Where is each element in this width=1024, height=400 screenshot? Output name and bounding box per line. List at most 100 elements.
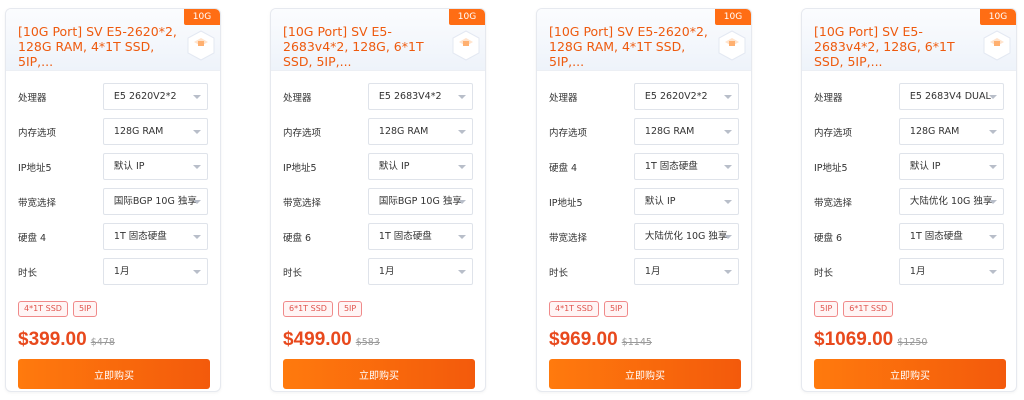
option-label: 硬盘 6 [814, 232, 843, 244]
product-title[interactable]: [10G Port] SV E5-2620*2, 128G RAM, 4*1T … [18, 24, 186, 69]
option-value: 默认 IP [378, 161, 410, 172]
option-select[interactable]: 1月 [633, 258, 739, 285]
option-row: IP地址5 默认 IP [283, 149, 473, 184]
option-select[interactable]: 1T 固态硬盘 [898, 223, 1004, 250]
option-label: 时长 [18, 267, 38, 279]
option-row: 硬盘 4 1T 固态硬盘 [18, 219, 208, 254]
server-box-icon [983, 30, 1011, 61]
chevron-down-icon [989, 95, 997, 99]
product-title[interactable]: [10G Port] SV E5-2620*2, 128G RAM, 4*1T … [549, 24, 717, 69]
product-card: [10G Port] SV E5-2683v4*2, 128G, 6*1T SS… [270, 8, 486, 392]
option-label: 硬盘 4 [18, 232, 47, 244]
product-card: [10G Port] SV E5-2683v4*2, 128G, 6*1T SS… [801, 8, 1017, 392]
product-title[interactable]: [10G Port] SV E5-2683v4*2, 128G, 6*1T SS… [283, 24, 451, 69]
server-box-icon [187, 30, 215, 61]
option-value: 128G RAM [113, 126, 164, 137]
option-select[interactable]: E5 2620V2*2 [102, 83, 208, 110]
original-price: $1250 [897, 337, 928, 348]
option-row: 硬盘 6 1T 固态硬盘 [283, 219, 473, 254]
original-price: $1145 [621, 337, 652, 348]
option-select[interactable]: 1T 固态硬盘 [102, 223, 208, 250]
option-value: 1T 固态硬盘 [644, 161, 698, 172]
price-row: $1069.00 $1250 [802, 323, 1016, 353]
option-list: 处理器 E5 2620V2*2 内存选项 128G RAM 硬盘 4 1T 固态硬盘 … [537, 71, 751, 289]
port-tag-badge: 10G [715, 9, 751, 25]
option-row: 处理器 E5 2620V2*2 [18, 79, 208, 114]
option-value: 128G RAM [909, 126, 960, 137]
option-value: 1T 固态硬盘 [909, 231, 963, 242]
option-select[interactable]: 1月 [898, 258, 1004, 285]
option-select[interactable]: 大陆优化 10G 独享 [633, 223, 739, 250]
option-value: E5 2620V2*2 [113, 91, 177, 102]
option-label: 处理器 [549, 92, 578, 104]
current-price: $969.00 [549, 329, 618, 350]
option-row: 时长 1月 [814, 254, 1004, 289]
chevron-down-icon [458, 130, 466, 134]
chevron-down-icon [724, 165, 732, 169]
feature-badge: 5IP [603, 301, 629, 317]
product-card: [10G Port] SV E5-2620*2, 128G RAM, 4*1T … [5, 8, 221, 392]
option-value: 默认 IP [909, 161, 941, 172]
option-select[interactable]: E5 2683V4 DUAL [898, 83, 1004, 110]
chevron-down-icon [989, 270, 997, 274]
option-label: 硬盘 6 [283, 232, 312, 244]
price-row: $969.00 $1145 [537, 323, 751, 353]
option-value: 1月 [378, 266, 395, 277]
chevron-down-icon [458, 165, 466, 169]
option-label: 内存选项 [283, 127, 322, 139]
current-price: $1069.00 [814, 329, 894, 350]
option-select[interactable]: 国际BGP 10G 独享 [102, 188, 208, 215]
feature-badge: 5IP [72, 301, 98, 317]
option-select[interactable]: 128G RAM [367, 118, 473, 145]
option-select[interactable]: 1月 [367, 258, 473, 285]
option-select[interactable]: 1月 [102, 258, 208, 285]
port-tag-badge: 10G [449, 9, 485, 25]
buy-now-button[interactable]: 立即购买 [549, 359, 741, 389]
chevron-down-icon [458, 235, 466, 239]
option-select[interactable]: 128G RAM [898, 118, 1004, 145]
chevron-down-icon [724, 95, 732, 99]
option-select[interactable]: 128G RAM [633, 118, 739, 145]
feature-badges: 4*1T SSD 5IP [537, 289, 751, 323]
option-label: 时长 [283, 267, 303, 279]
card-header: [10G Port] SV E5-2620*2, 128G RAM, 4*1T … [6, 9, 220, 71]
chevron-down-icon [989, 235, 997, 239]
option-label: 时长 [549, 267, 569, 279]
buy-now-button[interactable]: 立即购买 [283, 359, 475, 389]
option-value: 128G RAM [378, 126, 429, 137]
chevron-down-icon [724, 270, 732, 274]
buy-now-button[interactable]: 立即购买 [18, 359, 210, 389]
option-select[interactable]: 默认 IP [102, 153, 208, 180]
option-select[interactable]: 1T 固态硬盘 [367, 223, 473, 250]
option-row: 带宽选择 国际BGP 10G 独享 [283, 184, 473, 219]
option-select[interactable]: 默认 IP [633, 188, 739, 215]
option-value: 国际BGP 10G 独享 [378, 196, 462, 207]
option-select[interactable]: 默认 IP [898, 153, 1004, 180]
option-select[interactable]: E5 2620V2*2 [633, 83, 739, 110]
chevron-down-icon [724, 200, 732, 204]
chevron-down-icon [193, 165, 201, 169]
buy-now-button[interactable]: 立即购买 [814, 359, 1006, 389]
option-value: 1月 [113, 266, 130, 277]
product-title[interactable]: [10G Port] SV E5-2683v4*2, 128G, 6*1T SS… [814, 24, 982, 69]
chevron-down-icon [989, 200, 997, 204]
option-select[interactable]: 默认 IP [367, 153, 473, 180]
option-row: 带宽选择 国际BGP 10G 独享 [18, 184, 208, 219]
original-price: $583 [355, 337, 380, 348]
server-box-icon [452, 30, 480, 61]
option-value: 128G RAM [644, 126, 695, 137]
option-select[interactable]: 1T 固态硬盘 [633, 153, 739, 180]
option-select[interactable]: 128G RAM [102, 118, 208, 145]
option-label: 内存选项 [18, 127, 57, 139]
card-header: [10G Port] SV E5-2683v4*2, 128G, 6*1T SS… [802, 9, 1016, 71]
original-price: $478 [90, 337, 115, 348]
current-price: $499.00 [283, 329, 352, 350]
chevron-down-icon [724, 235, 732, 239]
feature-badge: 5IP [814, 301, 839, 317]
option-select[interactable]: 大陆优化 10G 独享 [898, 188, 1004, 215]
option-select[interactable]: E5 2683V4*2 [367, 83, 473, 110]
option-select[interactable]: 国际BGP 10G 独享 [367, 188, 473, 215]
option-label: 处理器 [283, 92, 312, 104]
option-row: 硬盘 4 1T 固态硬盘 [549, 149, 739, 184]
option-row: 内存选项 128G RAM [814, 114, 1004, 149]
